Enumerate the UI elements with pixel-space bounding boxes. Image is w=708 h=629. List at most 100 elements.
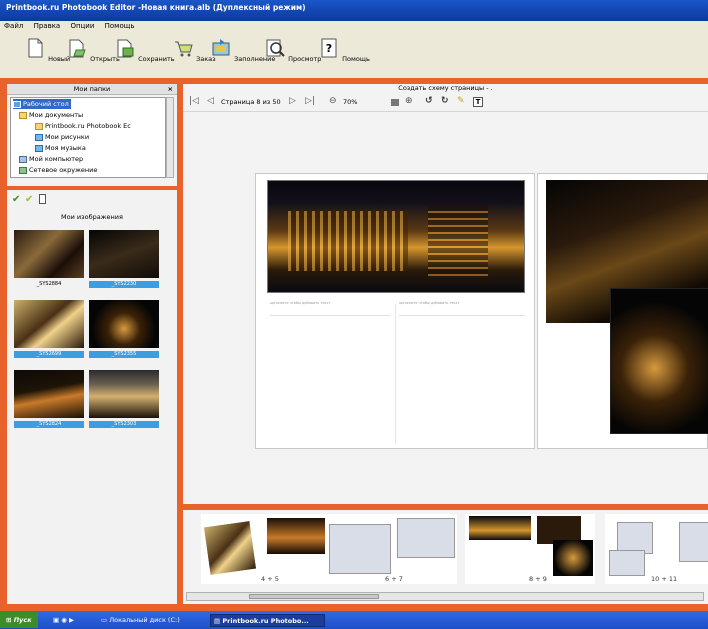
- preview-icon: [266, 39, 285, 57]
- pictures-folder-icon: [35, 133, 43, 141]
- check-icon[interactable]: ✔: [25, 194, 33, 205]
- strip-spread-6-7[interactable]: 6 + 7: [329, 514, 457, 584]
- page-indicator: Страница 8 из 50: [221, 98, 281, 106]
- strip-horizontal-scrollbar[interactable]: [186, 592, 704, 601]
- zoom-out-icon[interactable]: ⊖: [329, 96, 337, 106]
- folder-tree: Рабочий стол Мои документы Printbook.ru …: [10, 97, 166, 178]
- tree-item-computer[interactable]: Мой компьютер: [19, 154, 83, 164]
- svg-text:?: ?: [326, 42, 332, 55]
- image-thumbnail[interactable]: [89, 230, 159, 278]
- last-page-icon[interactable]: ▷|: [305, 96, 315, 106]
- folders-panel-header: Мои папки ×: [7, 84, 177, 95]
- image-thumbnail[interactable]: [14, 230, 84, 278]
- task-local-drive[interactable]: ▭ Локальный диск (C:): [98, 614, 198, 627]
- menu-options[interactable]: Опции: [66, 21, 98, 31]
- page-strip: 4 + 5 6 + 7 8 + 9 10 + 11: [183, 510, 708, 604]
- image-thumbnail[interactable]: [89, 370, 159, 418]
- next-page-icon[interactable]: ▷: [289, 96, 296, 106]
- first-page-icon[interactable]: |◁: [189, 96, 199, 106]
- column-divider: [395, 304, 396, 444]
- strip-spread-8-9[interactable]: 8 + 9: [465, 514, 595, 584]
- browser-icon[interactable]: ◉: [61, 616, 67, 624]
- create-schema-link[interactable]: Создать схему страницы - .: [183, 84, 708, 93]
- drive-icon: ▭: [101, 616, 110, 624]
- new-button[interactable]: Новый: [24, 37, 70, 63]
- title-bar: Printbook.ru Photobook Editor -Новая кни…: [0, 0, 708, 21]
- folder-icon: [35, 122, 43, 130]
- taskbar: ⊞ Пуск ▣ ◉ ▶ ▭ Локальный диск (C:) ▤ Pri…: [0, 611, 708, 629]
- check-all-icon[interactable]: ✔: [12, 194, 20, 205]
- rotate-left-icon[interactable]: ↺: [425, 96, 433, 106]
- window-title: Printbook.ru Photobook Editor -Новая кни…: [6, 3, 306, 12]
- open-folder-icon: [69, 39, 86, 58]
- strip-spread-10-11[interactable]: 10 + 11: [605, 514, 708, 584]
- folder-icon: [19, 111, 27, 119]
- open-button[interactable]: Открыть: [66, 37, 120, 63]
- desktop-icon[interactable]: ▣: [53, 616, 59, 624]
- autofill-icon: [212, 39, 230, 56]
- music-folder-icon: [35, 144, 43, 152]
- shopping-cart-icon: [175, 41, 193, 57]
- menu-help[interactable]: Помощь: [101, 21, 139, 31]
- text-tool-icon[interactable]: T: [473, 97, 483, 107]
- prev-page-icon[interactable]: ◁: [207, 96, 214, 106]
- caption-placeholder[interactable]: щелкните чтобы добавить текст: [399, 301, 460, 305]
- image-thumbnail[interactable]: [14, 370, 84, 418]
- image-label: _SYS2303: [89, 421, 159, 428]
- computer-icon: [19, 155, 27, 163]
- tree-item-printbook[interactable]: Printbook.ru Photobook Ec: [35, 121, 131, 131]
- preview-button[interactable]: Просмотр: [264, 37, 321, 63]
- zoom-in-icon[interactable]: ⊕: [405, 96, 413, 106]
- zoom-dropdown[interactable]: [391, 99, 399, 106]
- menu-edit[interactable]: Правка: [30, 21, 65, 31]
- rotate-right-icon[interactable]: ↻: [441, 96, 449, 106]
- image-label: _SYS2355: [89, 351, 159, 358]
- folders-panel: Мои папки × Рабочий стол Мои документы P…: [7, 84, 177, 186]
- network-icon: [19, 166, 27, 174]
- image-thumbnail[interactable]: [89, 300, 159, 348]
- help-button[interactable]: ? Помощь: [318, 37, 370, 63]
- tree-item-pictures[interactable]: Мои рисунки: [35, 132, 89, 142]
- quick-launch: ▣ ◉ ▶: [50, 614, 77, 627]
- new-document-icon: [28, 38, 43, 58]
- image-label: _SYS2230: [89, 281, 159, 288]
- media-icon[interactable]: ▶: [69, 616, 74, 624]
- editor-toolbar: |◁ ◁ Страница 8 из 50 ▷ ▷| ⊖ 70% ⊕ ↺ ↻ ✎…: [183, 93, 708, 112]
- workspace: Мои папки × Рабочий стол Мои документы P…: [0, 78, 708, 611]
- page-photo[interactable]: [610, 288, 708, 434]
- menu-bar: Файл Правка Опции Помощь: [0, 21, 708, 33]
- image-label: _SYS2824: [14, 421, 84, 428]
- close-icon[interactable]: ×: [168, 84, 173, 95]
- windows-logo-icon: ⊞: [6, 616, 14, 624]
- start-button[interactable]: ⊞ Пуск: [0, 612, 38, 628]
- effects-icon[interactable]: ✎: [457, 96, 465, 106]
- zoom-value: 70%: [343, 98, 358, 106]
- tree-item-documents[interactable]: Мои документы: [19, 110, 83, 120]
- left-page: щелкните чтобы добавить текст щелкните ч…: [255, 173, 535, 449]
- image-label: _SYS2884: [36, 281, 62, 287]
- image-thumbnail[interactable]: [14, 300, 84, 348]
- text-block[interactable]: [399, 315, 525, 435]
- caption-placeholder[interactable]: щелкните чтобы добавить текст: [270, 301, 331, 305]
- toolbar: Новый Открыть Сохранить Заказ Заполнение…: [0, 33, 708, 78]
- tree-item-music[interactable]: Моя музыка: [35, 143, 86, 153]
- document-icon[interactable]: [39, 194, 46, 204]
- task-photobook-editor[interactable]: ▤ Printbook.ru Photobo...: [210, 614, 325, 627]
- image-label: _SYS2699: [14, 351, 84, 358]
- strip-spread-4-5[interactable]: 4 + 5: [201, 514, 329, 584]
- images-panel: ✔ ✔ Мои изображения _SYS2884 _SYS2230 _S…: [7, 190, 177, 604]
- images-panel-title: Мои изображения: [61, 213, 123, 221]
- right-page: [537, 173, 708, 449]
- save-button[interactable]: Сохранить: [114, 37, 175, 63]
- menu-file[interactable]: Файл: [0, 21, 27, 31]
- page-photo[interactable]: [267, 180, 525, 293]
- tree-item-desktop[interactable]: Рабочий стол: [13, 99, 71, 109]
- save-icon: [117, 39, 134, 58]
- desktop-icon: [13, 100, 21, 108]
- text-block[interactable]: [270, 315, 390, 435]
- help-icon: ?: [321, 38, 337, 58]
- scrollbar-thumb[interactable]: [249, 594, 379, 599]
- tree-vertical-scrollbar[interactable]: [166, 97, 174, 178]
- tree-item-network[interactable]: Сетевое окружение: [19, 165, 97, 175]
- editor-panel: Создать схему страницы - . |◁ ◁ Страница…: [183, 84, 708, 504]
